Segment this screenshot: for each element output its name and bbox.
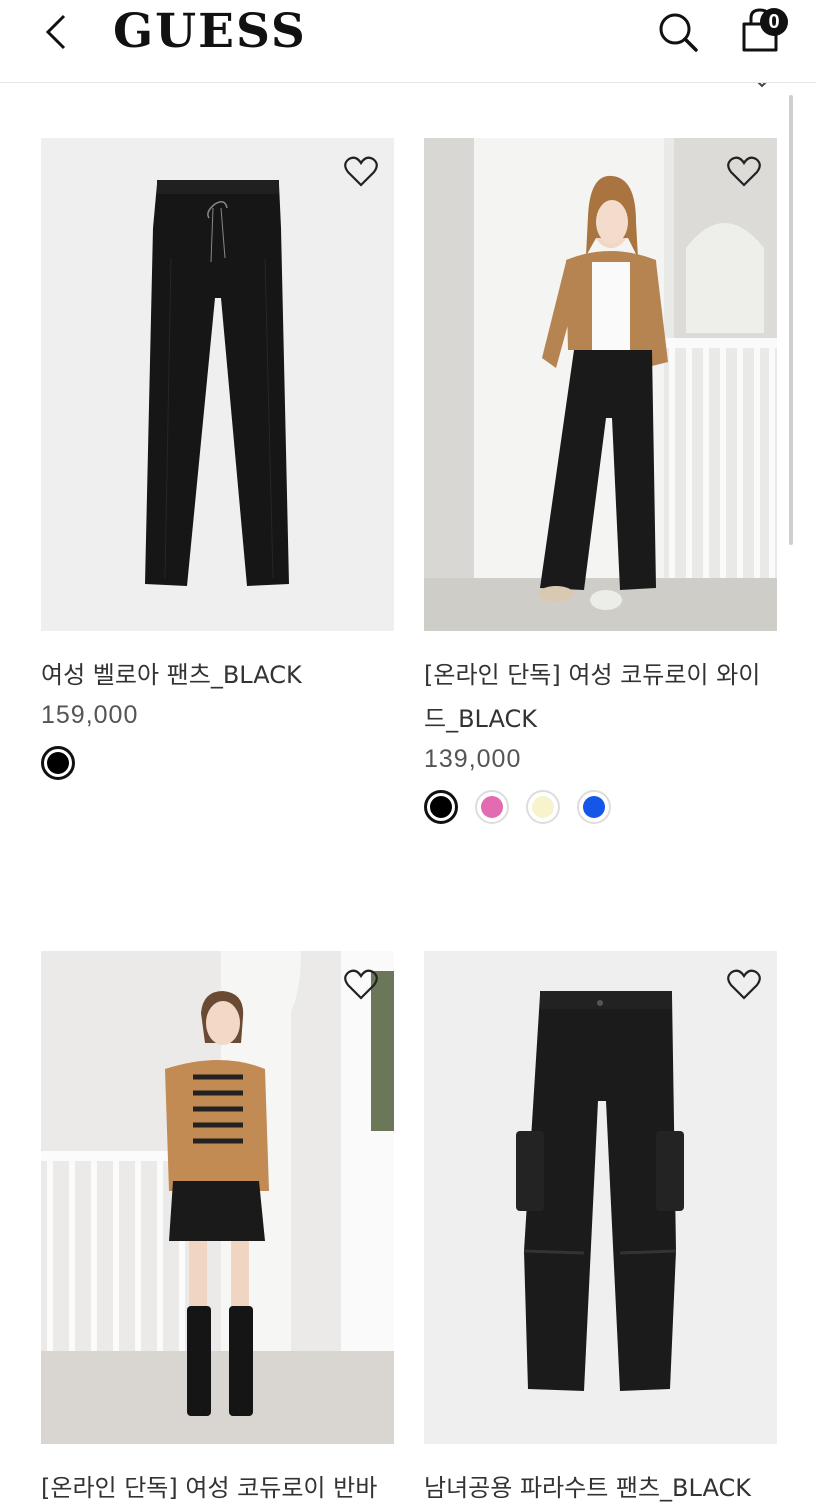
top-header: GUESS 0 xyxy=(0,0,816,83)
product-image[interactable] xyxy=(424,951,777,1444)
color-swatch-cream[interactable] xyxy=(526,790,561,824)
wishlist-button[interactable] xyxy=(727,156,761,188)
color-swatches xyxy=(424,790,777,826)
color-swatch-pink[interactable] xyxy=(475,790,510,824)
product-card[interactable]: 남녀공용 파라수트 팬츠_BLACK xyxy=(424,951,777,1510)
color-swatch-black[interactable] xyxy=(41,746,75,780)
back-button[interactable] xyxy=(40,12,80,52)
color-swatches xyxy=(41,746,394,782)
cart-count-badge: 0 xyxy=(760,8,788,36)
product-card[interactable]: 여성 벨로아 팬츠_BLACK 159,000 xyxy=(41,138,394,782)
product-name[interactable]: [온라인 단독] 여성 코듀로이 반바 xyxy=(41,1466,394,1510)
parachute-pants-image xyxy=(424,951,777,1444)
wishlist-button[interactable] xyxy=(727,969,761,1001)
color-swatch-blue[interactable] xyxy=(577,790,612,824)
product-card[interactable]: [온라인 단독] 여성 코듀로이 반바 xyxy=(41,951,394,1510)
product-image[interactable] xyxy=(424,138,777,631)
brand-logo[interactable]: GUESS xyxy=(113,4,307,60)
product-name[interactable]: 여성 벨로아 팬츠_BLACK xyxy=(41,653,394,697)
product-price: 139,000 xyxy=(424,745,522,773)
heart-icon xyxy=(727,156,761,187)
heart-icon xyxy=(344,156,378,187)
wishlist-button[interactable] xyxy=(344,156,378,188)
product-name[interactable]: [온라인 단독] 여성 코듀로이 와이드_BLACK xyxy=(424,653,777,741)
heart-icon xyxy=(727,969,761,1000)
product-price: 159,000 xyxy=(41,701,139,729)
product-image[interactable] xyxy=(41,138,394,631)
heart-icon xyxy=(344,969,378,1000)
color-swatch-black[interactable] xyxy=(424,790,458,824)
scrollbar[interactable] xyxy=(789,95,793,545)
velour-pants-image xyxy=(41,138,394,631)
chevron-left-icon xyxy=(45,14,66,50)
search-icon xyxy=(659,13,698,52)
product-card[interactable]: [온라인 단독] 여성 코듀로이 와이드_BLACK 139,000 xyxy=(424,138,777,826)
search-button[interactable] xyxy=(656,10,700,54)
wishlist-button[interactable] xyxy=(344,969,378,1001)
corduroy-skirt-model-image xyxy=(41,951,394,1444)
product-image[interactable] xyxy=(41,951,394,1444)
cart-button[interactable]: 0 xyxy=(738,8,792,58)
corduroy-wide-model-image xyxy=(424,138,777,631)
product-name[interactable]: 남녀공용 파라수트 팬츠_BLACK xyxy=(424,1466,777,1510)
